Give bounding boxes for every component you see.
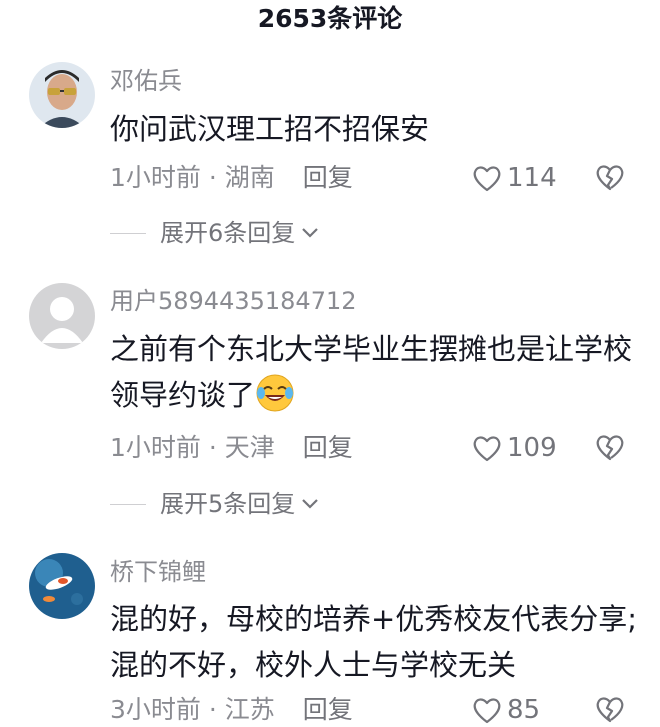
comment-username[interactable]: 用户5894435184712 (110, 286, 357, 316)
dislike-button[interactable] (595, 433, 625, 465)
avatar[interactable] (29, 62, 95, 128)
crying-laughing-emoji (255, 373, 295, 413)
reply-button[interactable]: 回复 (303, 433, 353, 462)
meta-separator: · (200, 163, 225, 192)
dislike-button[interactable] (595, 695, 625, 727)
chevron-down-icon (302, 499, 319, 509)
comment-location: 湖南 (224, 163, 275, 192)
like-count: 85 (507, 695, 541, 725)
comment-time: 1小时前 (110, 433, 201, 462)
chevron-down-icon (302, 228, 319, 238)
meta-separator: · (200, 433, 225, 462)
reply-button[interactable]: 回复 (303, 695, 353, 724)
divider-line (110, 503, 146, 505)
comment-location: 天津 (224, 433, 275, 462)
meta-separator: · (200, 695, 225, 724)
dislike-button[interactable] (595, 163, 625, 195)
divider-line (110, 232, 146, 234)
comment-username[interactable]: 邓佑兵 (110, 66, 182, 96)
like-count: 114 (507, 163, 557, 193)
like-button[interactable]: 85 (472, 694, 540, 726)
comment-text: 你问武汉理工招不招保安 (110, 112, 430, 146)
expand-replies-button[interactable]: 展开6条回复 (110, 217, 319, 249)
comment-username[interactable]: 桥下锦鲤 (110, 557, 206, 587)
like-button[interactable]: 114 (472, 162, 557, 194)
comment-time: 1小时前 (110, 163, 201, 192)
reply-button[interactable]: 回复 (303, 163, 353, 192)
comment-text: 混的好，母校的培养+优秀校友代表分享;混的不好，校外人士与学校无关 (110, 602, 638, 682)
expand-replies-button[interactable]: 展开5条回复 (110, 488, 319, 520)
like-count: 109 (507, 433, 557, 463)
expand-replies-label: 展开6条回复 (160, 219, 296, 247)
comments-count-title: 2653条评论 (257, 4, 403, 33)
comment-text-content: 之前有个东北大学毕业生摆摊也是让学校领导约谈了 (110, 332, 633, 412)
like-button[interactable]: 109 (472, 432, 557, 464)
heart-icon (473, 436, 501, 462)
expand-replies-label: 展开5条回复 (160, 490, 296, 518)
comment-meta: 1小时前 · 天津 回复 (110, 432, 353, 464)
comment-location: 江苏 (224, 695, 275, 724)
broken-heart-icon (596, 165, 624, 191)
comment-time: 3小时前 (110, 695, 201, 724)
heart-icon (473, 166, 501, 192)
broken-heart-icon (596, 435, 624, 461)
comment-meta: 3小时前 · 江苏 回复 (110, 694, 353, 726)
heart-icon (473, 698, 501, 724)
broken-heart-icon (596, 697, 624, 723)
comment-text: 之前有个东北大学毕业生摆摊也是让学校领导约谈了 (110, 326, 640, 418)
comment-meta: 1小时前 · 湖南 回复 (110, 162, 353, 194)
avatar[interactable] (29, 553, 95, 619)
avatar[interactable] (29, 283, 95, 349)
